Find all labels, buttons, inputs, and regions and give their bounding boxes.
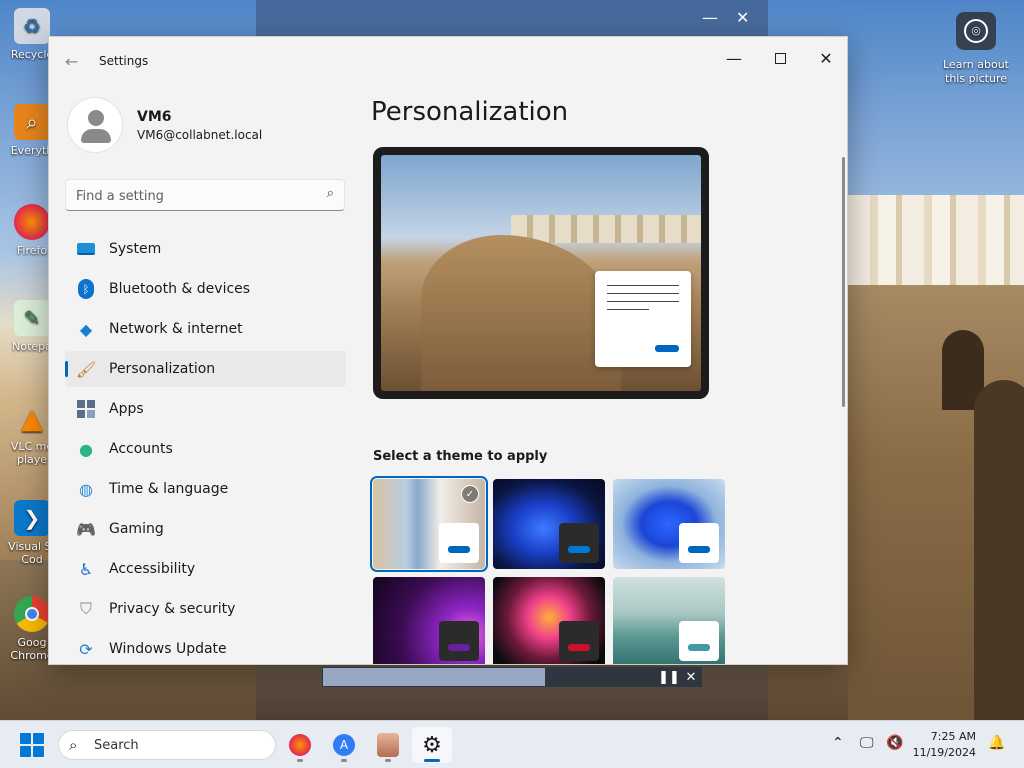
main-content: Personalization Select a theme to apply … bbox=[370, 93, 831, 664]
volume-muted-icon[interactable]: 🔇 bbox=[886, 735, 903, 751]
close-icon: ✕ bbox=[819, 48, 833, 68]
sidebar-item-network[interactable]: ◆ Network & internet bbox=[65, 311, 346, 347]
sidebar-item-accounts[interactable]: ● Accounts bbox=[65, 431, 346, 467]
app-store-icon: A bbox=[333, 734, 355, 756]
taskbar-app-settings[interactable]: ⚙ bbox=[412, 727, 452, 763]
recycle-bin-icon: ♻ bbox=[14, 8, 50, 44]
theme-tile-glow[interactable] bbox=[373, 577, 485, 664]
minimize-icon: — bbox=[726, 48, 742, 68]
theme-tile-windows-light[interactable] bbox=[613, 479, 725, 569]
close-icon[interactable]: ✕ bbox=[680, 670, 702, 685]
firefox-icon bbox=[289, 734, 311, 756]
network-icon: ◆ bbox=[79, 319, 93, 339]
theme-tile-captured-motion[interactable] bbox=[493, 577, 605, 664]
selected-check-icon: ✓ bbox=[461, 485, 479, 503]
user-profile[interactable]: VM6 VM6@collabnet.local bbox=[67, 97, 347, 167]
start-button[interactable] bbox=[20, 733, 44, 757]
network-monitor-icon[interactable]: 🖵 bbox=[860, 735, 874, 751]
search-icon: ⌕ bbox=[69, 736, 78, 754]
clock[interactable]: 7:25 AM 11/19/2024 bbox=[912, 729, 976, 761]
accounts-icon: ● bbox=[79, 439, 93, 459]
sidebar-item-gaming[interactable]: 🎮 Gaming bbox=[65, 511, 346, 547]
minimize-icon[interactable]: — bbox=[702, 8, 718, 27]
theme-preview bbox=[373, 147, 709, 399]
taskbar-app-firefox[interactable] bbox=[280, 727, 320, 763]
settings-window: ← Settings — ✕ VM6 VM6@collabnet.local ⌕… bbox=[48, 36, 848, 665]
time-language-icon: ◍ bbox=[79, 479, 93, 499]
sidebar-item-personalization[interactable]: 🖌 Personalization bbox=[65, 351, 346, 387]
sidebar-item-privacy-security[interactable]: ⛉ Privacy & security bbox=[65, 591, 346, 627]
theme-tile-custom[interactable]: ✓ bbox=[370, 476, 488, 572]
gaming-icon: 🎮 bbox=[76, 519, 96, 539]
user-name: VM6 bbox=[137, 109, 172, 125]
chevron-up-icon[interactable]: ⌃ bbox=[832, 735, 844, 751]
windows-update-icon: ⟳ bbox=[79, 639, 93, 659]
taskbar-search[interactable]: ⌕ Search bbox=[58, 730, 276, 760]
privacy-shield-icon: ⛉ bbox=[79, 599, 92, 618]
scrollbar-thumb[interactable] bbox=[842, 157, 845, 407]
learn-about-picture[interactable]: ◎ Learn about this picture bbox=[938, 12, 1014, 86]
page-title: Personalization bbox=[371, 97, 569, 127]
apps-icon bbox=[75, 398, 97, 420]
everything-search-icon: ⌕ bbox=[14, 104, 50, 140]
background-window-titlebar: — ✕ bbox=[256, 0, 768, 36]
theme-tile-windows-dark[interactable] bbox=[493, 479, 605, 569]
sidebar-item-system[interactable]: System bbox=[65, 231, 346, 267]
accessibility-icon: ♿ bbox=[78, 559, 94, 579]
sidebar-item-accessibility[interactable]: ♿ Accessibility bbox=[65, 551, 346, 587]
back-arrow-icon[interactable]: ← bbox=[65, 52, 78, 71]
titlebar: ← Settings — ✕ bbox=[49, 37, 847, 85]
settings-gear-icon: ⚙ bbox=[422, 732, 442, 758]
close-button[interactable]: ✕ bbox=[803, 43, 847, 73]
minimize-button[interactable]: — bbox=[711, 43, 757, 73]
preview-sample-window bbox=[595, 271, 691, 367]
notification-bell-icon[interactable]: 🔔 bbox=[988, 735, 1005, 751]
close-icon[interactable]: ✕ bbox=[736, 8, 749, 27]
taskbar: ⌕ Search A ⚙ ⌃ 🖵 🔇 7:25 AM 11/19/2024 🔔 bbox=[0, 720, 1024, 768]
user-email: VM6@collabnet.local bbox=[137, 128, 263, 142]
maximize-icon bbox=[774, 52, 786, 64]
media-overlay-bar: ❚❚ ✕ bbox=[322, 667, 702, 687]
photo-icon bbox=[377, 733, 399, 757]
window-title: Settings bbox=[99, 54, 149, 68]
pause-icon[interactable]: ❚❚ bbox=[658, 670, 680, 685]
system-icon bbox=[75, 238, 97, 260]
sidebar-item-windows-update[interactable]: ⟳ Windows Update bbox=[65, 631, 346, 664]
personalization-brush-icon: 🖌 bbox=[75, 359, 97, 379]
learn-about-picture-icon: ◎ bbox=[956, 12, 996, 50]
sidebar-item-bluetooth[interactable]: ᛒ Bluetooth & devices bbox=[65, 271, 346, 307]
taskbar-app-installer[interactable]: A bbox=[324, 727, 364, 763]
vscode-icon: ❯ bbox=[14, 500, 50, 536]
bluetooth-icon: ᛒ bbox=[75, 278, 97, 300]
notepad-icon: ✎ bbox=[14, 300, 50, 336]
sidebar-item-apps[interactable]: Apps bbox=[65, 391, 346, 427]
theme-tile-flow[interactable] bbox=[613, 577, 725, 664]
sidebar-nav: System ᛒ Bluetooth & devices ◆ Network &… bbox=[65, 231, 346, 664]
media-progress[interactable] bbox=[323, 668, 545, 686]
chrome-icon bbox=[14, 596, 50, 632]
maximize-button[interactable] bbox=[757, 43, 803, 73]
find-setting-search: ⌕ bbox=[65, 179, 345, 211]
search-icon[interactable]: ⌕ bbox=[327, 186, 334, 201]
vlc-icon: ▲ bbox=[21, 401, 43, 435]
firefox-icon bbox=[14, 204, 50, 240]
avatar bbox=[67, 97, 123, 153]
theme-section-label: Select a theme to apply bbox=[373, 449, 548, 464]
sidebar-item-time-language[interactable]: ◍ Time & language bbox=[65, 471, 346, 507]
search-input[interactable] bbox=[76, 186, 306, 206]
taskbar-app-photo[interactable] bbox=[368, 727, 408, 763]
